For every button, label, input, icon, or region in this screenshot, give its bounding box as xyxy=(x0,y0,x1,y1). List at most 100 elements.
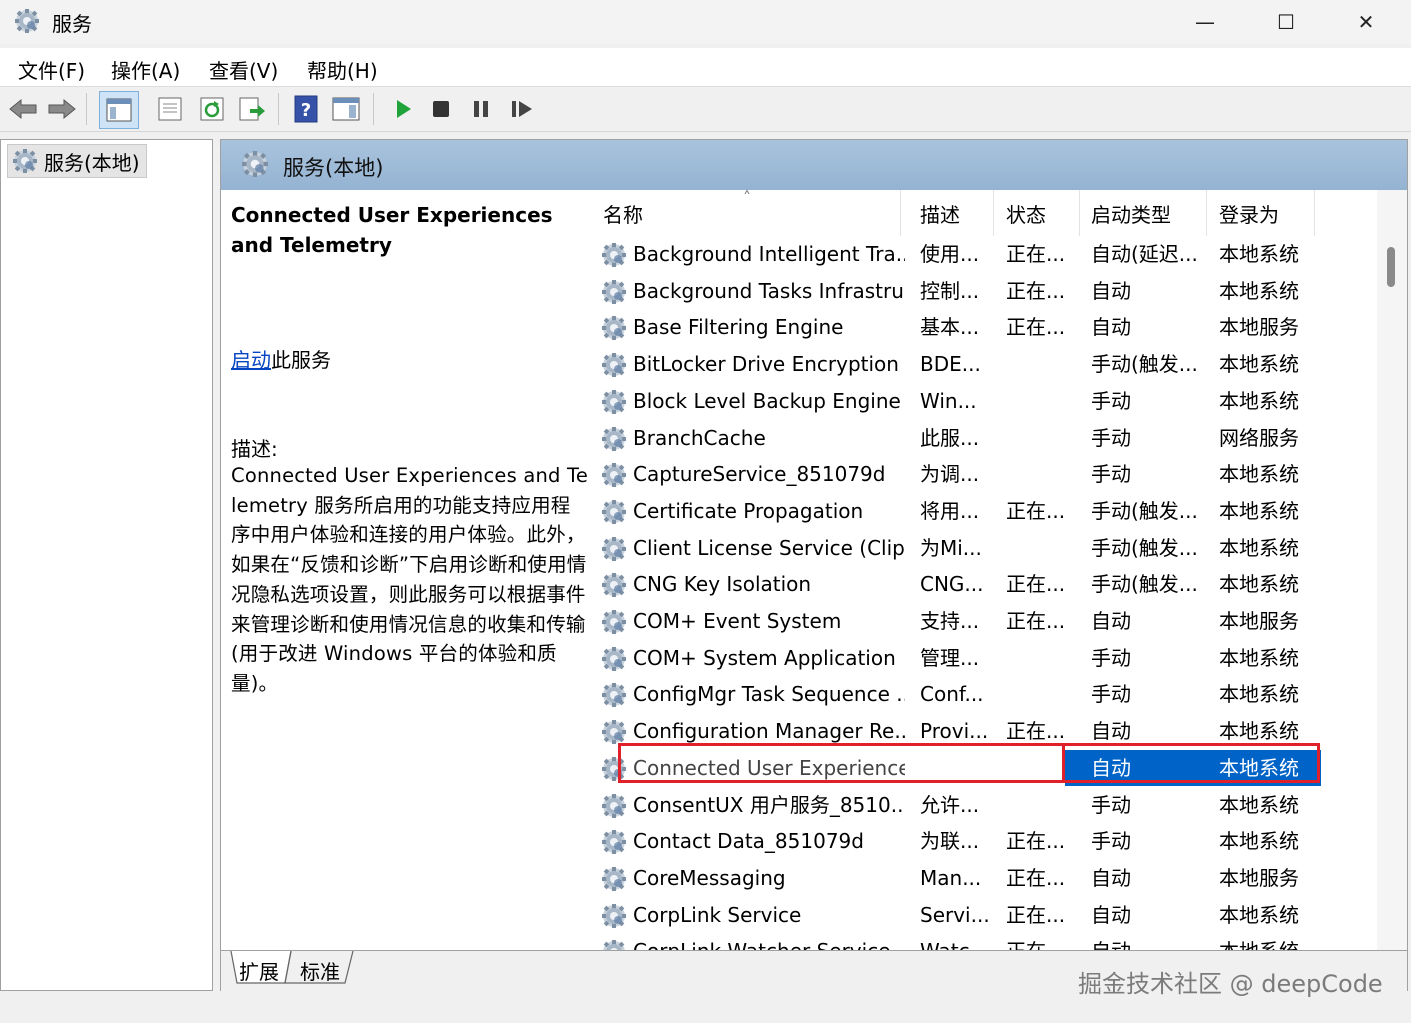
service-description: 使用... xyxy=(920,242,980,266)
service-startup-type: 自动 xyxy=(1091,902,1131,927)
service-row[interactable]: ConsentUX 用户服务_8510... 允许... 手动 本地系统 xyxy=(591,787,1377,824)
refresh-icon[interactable] xyxy=(197,94,227,124)
service-log-on-as: 本地系统 xyxy=(1219,462,1299,487)
service-row[interactable]: Block Level Backup Engine ... Win... 手动 本地系… xyxy=(591,383,1377,420)
service-name: Background Intelligent Tra... xyxy=(633,242,905,266)
tab-standard[interactable]: 标准 xyxy=(294,957,346,987)
service-row[interactable]: Background Tasks Infrastru... 控制... 正在... 自… xyxy=(591,273,1377,310)
service-log-on-as: 网络服务 xyxy=(1219,425,1299,450)
service-row[interactable]: COM+ Event System 支持... 正在... 自动 本地服务 xyxy=(591,603,1377,640)
service-startup-type: 手动(触发... xyxy=(1091,352,1198,377)
service-row[interactable]: CNG Key Isolation CNG... 正在... 手动(触发... 本地系统 xyxy=(591,566,1377,603)
service-row[interactable]: CorpLink Service Servi... 正在... 自动 本地系统 xyxy=(591,897,1377,934)
service-startup-type: 手动(触发... xyxy=(1091,535,1198,560)
start-service-link[interactable]: 启动 xyxy=(231,348,271,372)
show-hide-action-pane-icon[interactable] xyxy=(331,94,361,124)
services-gear-icon xyxy=(241,150,269,178)
column-header-startup-type[interactable]: 启动类型 xyxy=(1079,190,1207,236)
service-row[interactable]: Certificate Propagation 将用... 正在... 手动(触发..… xyxy=(591,493,1377,530)
watermark: 掘金技术社区 @ deepCode xyxy=(1078,970,1383,998)
service-row[interactable]: ConfigMgr Task Sequence ... Conf... 手动 本地系统 xyxy=(591,676,1377,713)
forward-arrow-icon[interactable] xyxy=(47,94,77,124)
service-row[interactable]: CorpLink Watcher Service Watc... 正在... 自动本地… xyxy=(591,933,1377,950)
pane-header-title: 服务(本地) xyxy=(283,156,384,180)
service-startup-type: 手动 xyxy=(1091,462,1131,487)
service-status: 正在... xyxy=(1006,829,1066,854)
column-header-description-label: 描述 xyxy=(920,202,960,227)
close-button[interactable]: ✕ xyxy=(1326,0,1406,44)
column-header-description[interactable]: 描述 xyxy=(908,190,994,236)
export-list-icon[interactable] xyxy=(237,94,267,124)
service-row[interactable]: BranchCache 此服... 手动 网络服务 xyxy=(591,420,1377,457)
service-row[interactable]: Contact Data_851079d 为联... 正在... 手动 本地系统 xyxy=(591,823,1377,860)
column-header-name[interactable]: 名称 ˄ xyxy=(591,190,901,236)
menu-action[interactable]: 操作(A) xyxy=(111,55,180,84)
column-header-name-label: 名称 xyxy=(603,202,643,227)
service-description: 支持... xyxy=(920,609,980,633)
console-tree-pane: 服务(本地) xyxy=(0,139,213,991)
service-status xyxy=(1006,420,1076,457)
service-gear-icon xyxy=(601,426,627,452)
start-service-suffix: 此服务 xyxy=(271,348,331,372)
tab-extended[interactable]: 扩展 xyxy=(233,957,285,987)
back-arrow-icon[interactable] xyxy=(8,94,38,124)
services-pane: 服务(本地) Connected User Experiences and Te… xyxy=(220,139,1408,991)
service-row[interactable]: CaptureService_851079d 为调... 手动 本地系统 xyxy=(591,456,1377,493)
service-status: 正在... xyxy=(1006,572,1066,597)
service-name: Background Tasks Infrastru... xyxy=(633,278,905,303)
selected-row-highlight xyxy=(618,743,1320,783)
pause-service-icon[interactable] xyxy=(466,94,496,124)
service-gear-icon xyxy=(601,646,627,672)
service-row[interactable]: Base Filtering Engine 基本... 正在... 自动 本地服务 xyxy=(591,309,1377,346)
service-name: CorpLink Watcher Service xyxy=(633,933,905,950)
properties-icon[interactable] xyxy=(155,94,185,124)
service-gear-icon xyxy=(601,903,627,929)
service-name: ConsentUX 用户服务_8510... xyxy=(633,792,905,817)
console-tree-icon[interactable] xyxy=(99,91,139,129)
column-header-status[interactable]: 状态 xyxy=(994,190,1080,236)
service-row[interactable]: CoreMessaging Man... 正在... 自动 本地服务 xyxy=(591,860,1377,897)
column-header-startup-type-label: 启动类型 xyxy=(1091,202,1171,227)
service-log-on-as: 本地系统 xyxy=(1219,278,1299,303)
service-name: COM+ Event System xyxy=(633,609,842,633)
service-status: 正在... xyxy=(1006,315,1066,340)
service-name: Contact Data_851079d xyxy=(633,829,864,854)
minimize-button[interactable]: — xyxy=(1165,0,1245,44)
service-log-on-as: 本地系统 xyxy=(1219,829,1299,854)
menu-view[interactable]: 查看(V) xyxy=(209,55,278,84)
menu-help[interactable]: 帮助(H) xyxy=(307,55,378,84)
service-startup-type: 手动(触发... xyxy=(1091,498,1198,523)
column-header-status-label: 状态 xyxy=(1006,202,1046,227)
maximize-button[interactable]: ☐ xyxy=(1246,0,1326,44)
service-log-on-as: 本地系统 xyxy=(1219,792,1299,817)
service-row[interactable]: Client License Service (Clip... 为Mi... 手动(… xyxy=(591,530,1377,567)
service-description: Servi... xyxy=(920,902,990,927)
service-description: 为调... xyxy=(920,462,980,487)
scrollbar-thumb[interactable] xyxy=(1387,247,1395,287)
column-header-log-on-as[interactable]: 登录为 xyxy=(1207,190,1315,236)
service-startup-type: 手动 xyxy=(1091,388,1131,413)
service-description: Conf... xyxy=(920,682,984,707)
service-row[interactable]: COM+ System Application 管理... 手动 本地系统 xyxy=(591,640,1377,677)
menu-file[interactable]: 文件(F) xyxy=(18,55,85,84)
services-list: 名称 ˄ 描述 状态 启动类型 登录为 Background Intellige… xyxy=(591,190,1377,950)
service-status: 正在... xyxy=(1006,609,1066,633)
service-startup-type: 手动 xyxy=(1091,829,1131,854)
service-gear-icon xyxy=(601,939,627,950)
service-startup-type: 自动 xyxy=(1091,865,1131,890)
help-icon[interactable]: ? xyxy=(291,94,321,124)
tree-item-services-local[interactable]: 服务(本地) xyxy=(7,144,147,178)
service-description: 为Mi... xyxy=(920,535,982,560)
service-description: 将用... xyxy=(920,498,980,523)
start-service-icon[interactable] xyxy=(388,94,418,124)
service-gear-icon xyxy=(601,572,627,598)
service-description: 此服... xyxy=(920,425,980,450)
resume-service-icon[interactable] xyxy=(507,94,537,124)
service-row[interactable]: Background Intelligent Tra... 使用... 正在... 自… xyxy=(591,236,1377,273)
vertical-scrollbar[interactable] xyxy=(1377,190,1407,950)
service-startup-type: 手动 xyxy=(1091,682,1131,707)
service-gear-icon xyxy=(601,352,627,378)
stop-service-icon[interactable] xyxy=(426,94,456,124)
service-row[interactable]: BitLocker Drive Encryption ... BDE... 手动(触… xyxy=(591,346,1377,383)
service-startup-type: 手动 xyxy=(1091,792,1131,817)
